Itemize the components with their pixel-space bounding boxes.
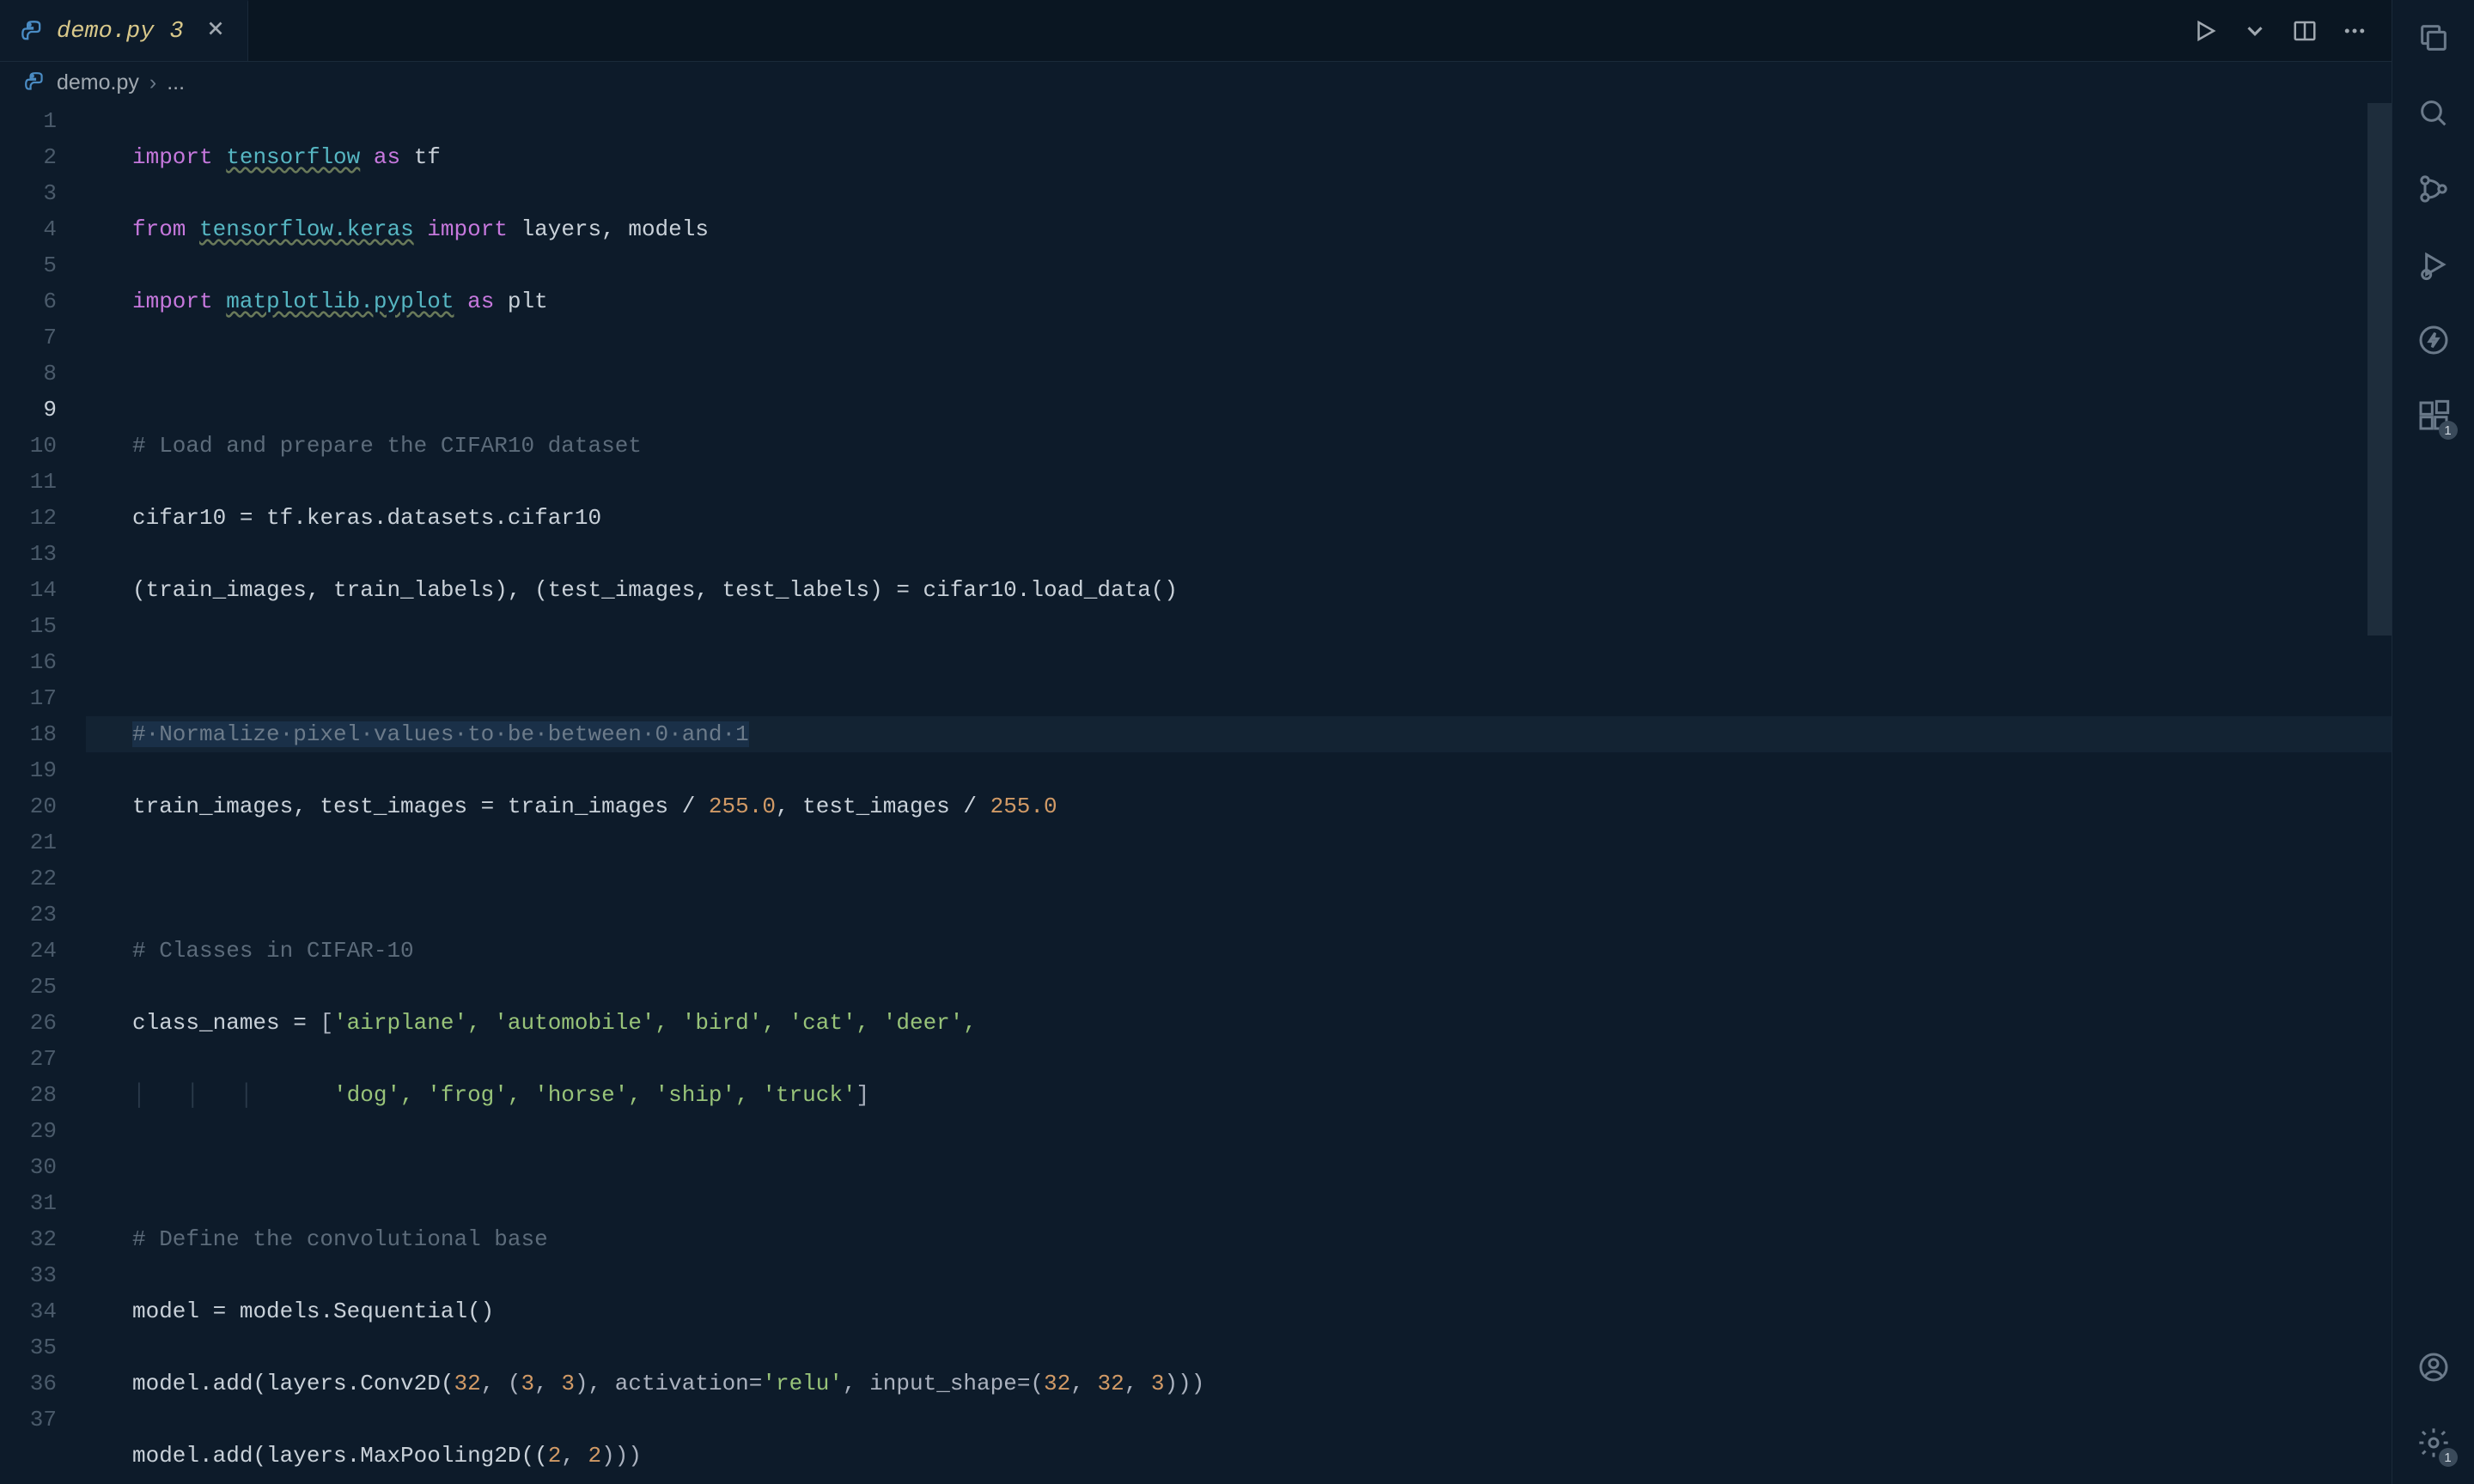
line-number[interactable]: 22 xyxy=(0,861,57,897)
search-icon[interactable] xyxy=(2413,93,2454,134)
line-number[interactable]: 5 xyxy=(0,247,57,283)
editor-actions xyxy=(2192,0,2392,61)
tab-modified-count: 3 xyxy=(169,19,183,45)
line-number[interactable]: 7 xyxy=(0,319,57,356)
line-number[interactable]: 26 xyxy=(0,1005,57,1041)
line-number[interactable]: 6 xyxy=(0,283,57,319)
line-number[interactable]: 29 xyxy=(0,1113,57,1149)
settings-badge: 1 xyxy=(2439,1448,2458,1467)
line-number[interactable]: 37 xyxy=(0,1402,57,1438)
scrollbar[interactable] xyxy=(2367,103,2392,636)
tab-demo-py[interactable]: demo.py 3 xyxy=(0,0,248,61)
extensions-icon[interactable]: 1 xyxy=(2413,395,2454,436)
run-button[interactable] xyxy=(2192,18,2218,44)
line-number[interactable]: 25 xyxy=(0,969,57,1005)
line-number[interactable]: 27 xyxy=(0,1041,57,1077)
editor-group: demo.py 3 demo.py › ... xyxy=(0,0,2392,1484)
line-number[interactable]: 16 xyxy=(0,644,57,680)
line-number[interactable]: 10 xyxy=(0,428,57,464)
breadcrumb[interactable]: demo.py › ... xyxy=(0,62,2392,103)
line-number[interactable]: 15 xyxy=(0,608,57,644)
line-number[interactable]: 30 xyxy=(0,1149,57,1185)
line-number[interactable]: 4 xyxy=(0,211,57,247)
line-number[interactable]: 12 xyxy=(0,500,57,536)
source-control-icon[interactable] xyxy=(2413,168,2454,210)
line-number[interactable]: 33 xyxy=(0,1257,57,1293)
line-number[interactable]: 35 xyxy=(0,1329,57,1365)
line-number[interactable]: 34 xyxy=(0,1293,57,1329)
activity-bar: 1 1 xyxy=(2392,0,2474,1484)
breadcrumb-separator: › xyxy=(149,70,156,95)
line-number[interactable]: 23 xyxy=(0,897,57,933)
line-number[interactable]: 8 xyxy=(0,356,57,392)
tab-bar: demo.py 3 xyxy=(0,0,2392,62)
line-number[interactable]: 17 xyxy=(0,680,57,716)
python-file-icon xyxy=(24,71,46,94)
split-editor-button[interactable] xyxy=(2292,18,2318,44)
more-actions-button[interactable] xyxy=(2342,18,2367,44)
gear-icon[interactable]: 1 xyxy=(2413,1422,2454,1463)
thunder-icon[interactable] xyxy=(2413,319,2454,361)
line-number[interactable]: 36 xyxy=(0,1365,57,1402)
line-number[interactable]: 13 xyxy=(0,536,57,572)
run-dropdown[interactable] xyxy=(2242,18,2268,44)
close-icon[interactable] xyxy=(204,17,227,46)
line-number[interactable]: 9 xyxy=(0,392,57,428)
account-icon[interactable] xyxy=(2413,1347,2454,1388)
breadcrumb-more[interactable]: ... xyxy=(167,70,185,95)
python-file-icon xyxy=(21,20,45,44)
tab-filename: demo.py xyxy=(57,19,154,45)
extensions-badge: 1 xyxy=(2439,421,2458,440)
code-area[interactable]: import tensorflow as tf from tensorflow.… xyxy=(86,103,2392,1484)
line-number[interactable]: 3 xyxy=(0,175,57,211)
line-number[interactable]: 28 xyxy=(0,1077,57,1113)
line-number[interactable]: 19 xyxy=(0,752,57,788)
line-number[interactable]: 18 xyxy=(0,716,57,752)
line-number[interactable]: 1 xyxy=(0,103,57,139)
line-number[interactable]: 24 xyxy=(0,933,57,969)
line-gutter[interactable]: 1 2 3 4 5 6 7 8 9 10 11 12 13 14 15 16 1… xyxy=(0,103,86,1484)
line-number[interactable]: 21 xyxy=(0,824,57,861)
copy-icon[interactable] xyxy=(2413,17,2454,58)
debug-icon[interactable] xyxy=(2413,244,2454,285)
line-number[interactable]: 14 xyxy=(0,572,57,608)
editor[interactable]: 1 2 3 4 5 6 7 8 9 10 11 12 13 14 15 16 1… xyxy=(0,103,2392,1484)
line-number[interactable]: 31 xyxy=(0,1185,57,1221)
line-number[interactable]: 32 xyxy=(0,1221,57,1257)
line-number[interactable]: 11 xyxy=(0,464,57,500)
line-number[interactable]: 2 xyxy=(0,139,57,175)
breadcrumb-file[interactable]: demo.py xyxy=(57,70,139,95)
line-number[interactable]: 20 xyxy=(0,788,57,824)
